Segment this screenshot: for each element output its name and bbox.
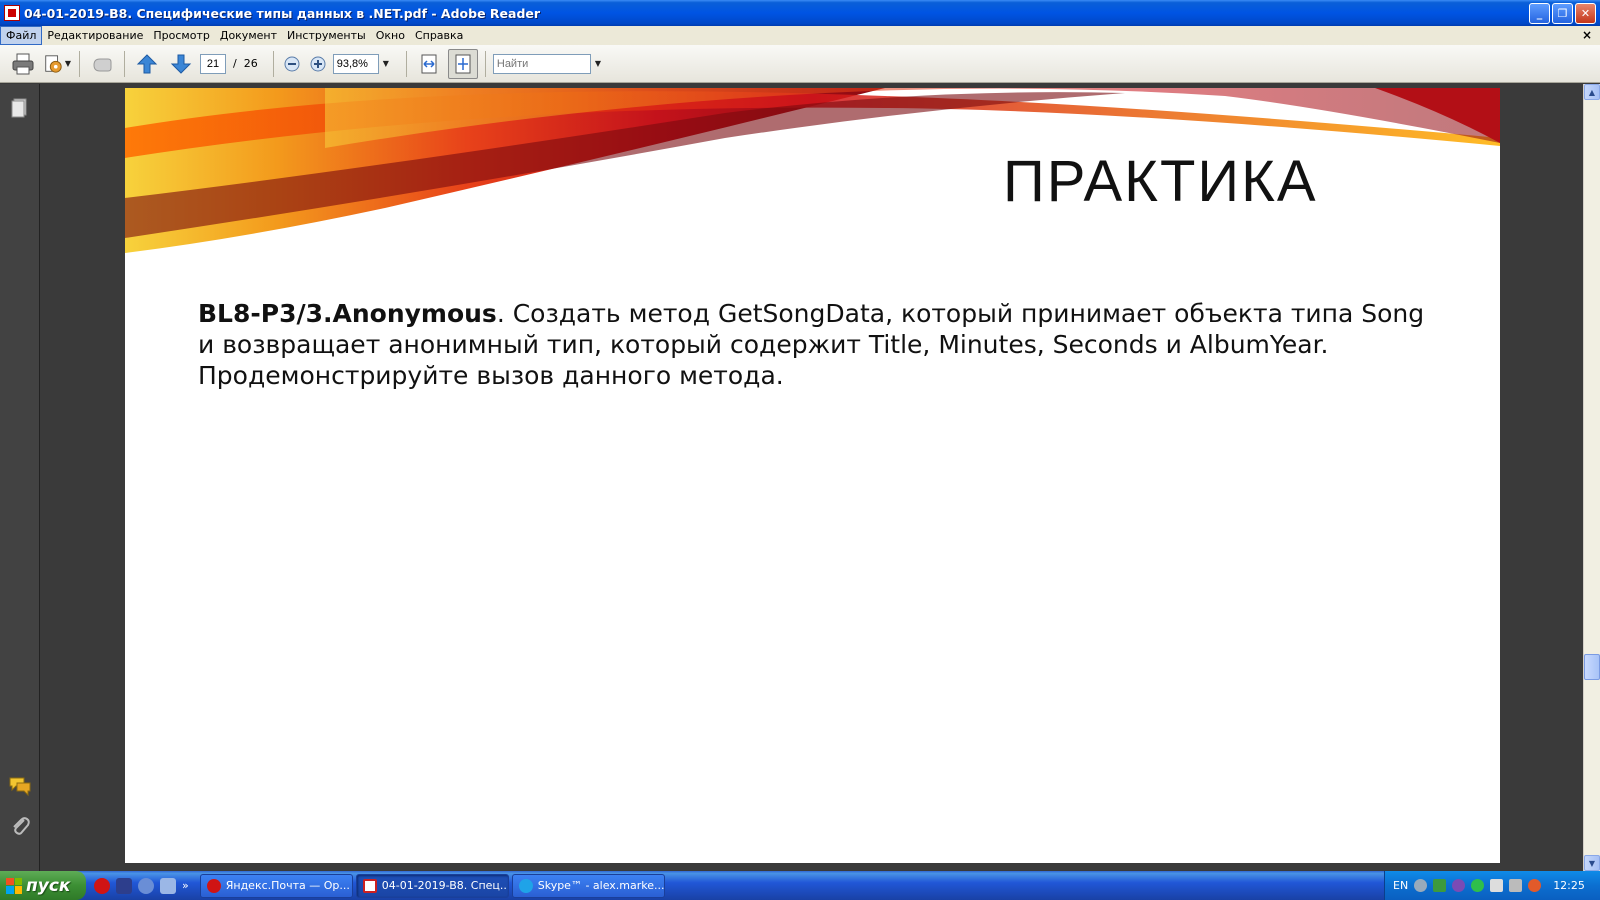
toolbar-separator [79, 50, 80, 77]
fit-width-icon [421, 54, 437, 73]
menu-help[interactable]: Справка [410, 26, 468, 45]
signal-icon[interactable] [1433, 879, 1447, 892]
print-button[interactable] [8, 49, 38, 79]
opera-icon[interactable] [94, 877, 110, 894]
menu-edit[interactable]: Редактирование [42, 26, 148, 45]
window-controls: _ ❐ ✕ [1529, 3, 1596, 24]
clock: 12:25 [1553, 879, 1585, 892]
menu-document[interactable]: Документ [215, 26, 282, 45]
zoom-dropdown-arrow-icon[interactable]: ▼ [383, 59, 389, 68]
comment-button[interactable] [87, 49, 117, 79]
arrow-up-icon [136, 53, 158, 73]
arrow-down-icon [170, 54, 192, 74]
slide-body: BL8-P3/3.Anonymous. Создать метод GetSon… [198, 298, 1428, 391]
menu-tools[interactable]: Инструменты [282, 26, 371, 45]
opera-icon [206, 878, 221, 893]
viber-icon[interactable] [1452, 879, 1466, 892]
printer-icon [12, 53, 34, 74]
zoom-in-button[interactable] [307, 49, 329, 79]
task-label: Яндекс.Почта — Ор... [225, 879, 350, 892]
document-viewport[interactable]: ПРАКТИКА BL8-P3/3.Anonymous. Создать мет… [41, 84, 1583, 871]
page-separator: / [233, 57, 237, 70]
menu-window[interactable]: Окно [371, 26, 410, 45]
previous-page-button[interactable] [132, 49, 162, 79]
scroll-thumb[interactable] [1584, 654, 1600, 680]
taskbar: пуск » Яндекс.Почта — Ор... 04-01-2019-B… [0, 871, 1600, 900]
task-id: BL8-P3/3.Anonymous [198, 299, 497, 328]
scroll-up-button[interactable]: ▲ [1584, 84, 1600, 100]
status-icon[interactable] [1471, 879, 1485, 892]
volume-icon[interactable] [1490, 879, 1504, 892]
page-total: 26 [243, 57, 258, 70]
fit-width-button[interactable] [414, 49, 444, 79]
minimize-button[interactable]: _ [1529, 3, 1550, 24]
toolbar: ▼ / 26 ▼ [0, 45, 1600, 83]
task-opera[interactable]: Яндекс.Почта — Ор... [199, 873, 353, 898]
zoom-out-button[interactable] [281, 49, 303, 79]
system-tray: EN 12:25 [1384, 871, 1600, 900]
find-input[interactable] [492, 53, 591, 74]
zoom-in-icon [310, 56, 326, 71]
desktop-icon[interactable] [160, 877, 176, 894]
chevron-down-icon: ▼ [64, 59, 71, 68]
page-number-input[interactable] [200, 53, 226, 74]
comments-icon[interactable] [8, 774, 32, 798]
usb-icon[interactable] [1509, 879, 1523, 892]
hand-icon [93, 58, 112, 71]
zoom-out-icon [284, 56, 300, 71]
close-button[interactable]: ✕ [1575, 3, 1596, 24]
task-adobe-reader[interactable]: 04-01-2019-B8. Спец... [355, 873, 509, 898]
tray-collapse-icon[interactable] [1414, 879, 1428, 892]
window-title: 04-01-2019-B8. Специфические типы данных… [24, 5, 541, 21]
menu-bar: Файл Редактирование Просмотр Документ Ин… [0, 26, 1600, 45]
fit-page-button[interactable] [447, 48, 478, 79]
start-label: пуск [26, 875, 71, 896]
document-close-button[interactable]: × [1582, 28, 1592, 42]
scroll-down-button[interactable]: ▼ [1584, 855, 1600, 871]
link-icon[interactable] [138, 877, 154, 894]
toolbar-separator [484, 50, 486, 77]
windows-logo-icon [6, 877, 22, 894]
document-settings-button[interactable]: ▼ [42, 49, 72, 79]
pdf-icon [362, 878, 377, 893]
start-button[interactable]: пуск [0, 871, 86, 900]
quick-launch-chevron[interactable]: » [182, 879, 189, 892]
skype-icon [518, 878, 533, 893]
next-page-button[interactable] [166, 49, 196, 79]
adobe-reader-icon [4, 5, 20, 21]
attachment-icon[interactable] [8, 814, 32, 838]
toolbar-separator [405, 50, 407, 77]
pages-icon[interactable] [8, 96, 32, 120]
toolbar-separator [272, 50, 274, 77]
save-icon[interactable] [116, 877, 132, 894]
menu-view[interactable]: Просмотр [148, 26, 214, 45]
menu-file[interactable]: Файл [0, 26, 43, 45]
document-gear-icon [45, 54, 62, 73]
task-label: 04-01-2019-B8. Спец... [381, 879, 509, 892]
zoom-input[interactable] [332, 53, 379, 74]
skype-tray-icon[interactable] [1528, 879, 1542, 892]
fit-page-icon [455, 54, 471, 73]
pdf-page: ПРАКТИКА BL8-P3/3.Anonymous. Создать мет… [125, 88, 1500, 863]
quick-launch: » [86, 877, 197, 894]
toolbar-separator [124, 50, 125, 77]
find-dropdown-arrow-icon[interactable]: ▼ [595, 59, 601, 68]
task-skype[interactable]: Skype™ - alex.marke... [511, 873, 665, 898]
language-indicator[interactable]: EN [1393, 879, 1408, 892]
task-label: Skype™ - alex.marke... [537, 879, 665, 892]
restore-button[interactable]: ❐ [1552, 3, 1573, 24]
slide-title: ПРАКТИКА [1003, 149, 1318, 214]
navigation-pane [0, 84, 40, 871]
title-bar: 04-01-2019-B8. Специфические типы данных… [0, 0, 1600, 26]
vertical-scrollbar[interactable]: ▲ ▼ [1583, 84, 1600, 871]
